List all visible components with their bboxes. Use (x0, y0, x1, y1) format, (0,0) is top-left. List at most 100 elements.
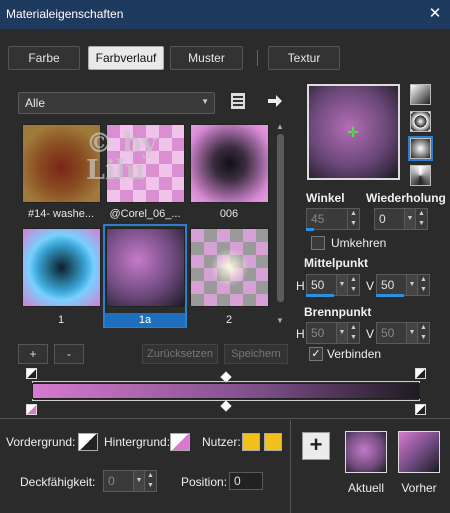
save-button[interactable]: Speichern (224, 344, 288, 364)
color-midpoint[interactable] (220, 400, 232, 412)
gradient-thumb-006[interactable] (190, 124, 269, 203)
thumb-label: @Corel_06_... (109, 208, 181, 220)
user-label: Nutzer: (202, 435, 241, 449)
user-swatch-2[interactable] (264, 433, 282, 451)
spin-up-down-icon[interactable]: ▲ ▼ (417, 323, 429, 343)
current-label: Aktuell (347, 481, 385, 495)
gradient-thumb-1[interactable] (22, 228, 101, 307)
focal-h-spinner[interactable]: 50 ▼ ▲ ▼ (306, 322, 360, 344)
radial-style-icon[interactable] (408, 136, 433, 161)
category-dropdown[interactable]: Alle ▼ (18, 92, 215, 114)
focal-h-prefix: H (296, 327, 305, 341)
add-to-swatches-button[interactable]: + (302, 432, 330, 460)
foreground-label: Vordergrund: (6, 435, 76, 449)
center-v-bar (376, 294, 404, 297)
gradient-bar[interactable] (32, 383, 420, 399)
focal-v-spinner[interactable]: 50 ▼ ▲ ▼ (376, 322, 430, 344)
dropdown-arrow-icon[interactable]: ▼ (336, 323, 347, 343)
focal-h-value: 50 (311, 326, 325, 340)
repeat-label: Wiederholung (366, 191, 446, 205)
angle-spinner[interactable]: 45 ▲ ▼ (306, 208, 360, 230)
scroll-down-icon[interactable]: ▼ (276, 316, 284, 325)
bottom-divider (0, 418, 450, 419)
background-label: Hintergrund: (104, 435, 171, 449)
user-swatch-1[interactable] (242, 433, 260, 451)
scroll-up-icon[interactable]: ▲ (276, 122, 284, 131)
dropdown-arrow-icon[interactable]: ▼ (406, 275, 417, 295)
spin-up-down-icon[interactable]: ▲ ▼ (347, 209, 359, 229)
rectangular-style-icon[interactable] (410, 111, 431, 132)
center-v-prefix: V (366, 279, 375, 293)
window-title: Materialeigenschaften (6, 7, 124, 21)
tab-muster[interactable]: Muster (170, 46, 243, 70)
thumb-label: 1a (138, 314, 152, 326)
focal-v-prefix: V (366, 327, 375, 341)
center-v-value: 50 (381, 278, 395, 292)
center-v-spinner[interactable]: 50 ▼ ▲ ▼ (376, 274, 430, 296)
dropdown-arrow-icon[interactable]: ▼ (133, 471, 144, 491)
opacity-stop-right[interactable] (415, 368, 426, 379)
tab-farbverlauf[interactable]: Farbverlauf (88, 46, 164, 70)
position-field[interactable]: 0 (229, 472, 263, 490)
close-icon[interactable]: ✕ (424, 3, 446, 25)
watermark: © by Lilu (86, 128, 157, 186)
opacity-label: Deckfähigkeit: (20, 475, 96, 489)
thumb-label: 006 (219, 208, 239, 220)
thumb-label: 2 (225, 314, 233, 326)
link-label: Verbinden (327, 347, 382, 361)
link-checkbox[interactable]: ✓ (309, 347, 323, 361)
opacity-stop-left[interactable] (26, 368, 37, 379)
bottom-vertical-divider (290, 420, 291, 513)
previous-label: Vorher (401, 481, 437, 495)
position-value: 0 (234, 474, 241, 488)
dropdown-arrow-icon[interactable]: ▼ (336, 275, 347, 295)
gradient-thumb-2[interactable] (190, 228, 269, 307)
center-label: Mittelpunkt (304, 256, 368, 270)
tab-farbe[interactable]: Farbe (8, 46, 80, 70)
color-stop-right[interactable] (415, 404, 426, 415)
color-stop-left[interactable] (26, 404, 37, 415)
dropdown-arrow-icon: ▼ (201, 97, 209, 106)
position-label: Position: (181, 475, 228, 489)
tab-textur[interactable]: Textur (268, 46, 340, 70)
linear-style-icon[interactable] (410, 84, 431, 105)
gradient-preview[interactable]: ✛ (307, 84, 400, 180)
book-icon[interactable] (230, 92, 246, 110)
spin-up-down-icon[interactable]: ▲ ▼ (347, 275, 359, 295)
focal-label: Brennpunkt (304, 305, 372, 319)
center-crosshair-icon[interactable]: ✛ (347, 124, 359, 141)
center-h-bar (306, 294, 334, 297)
sunburst-style-icon[interactable] (410, 165, 431, 186)
center-h-spinner[interactable]: 50 ▼ ▲ ▼ (306, 274, 360, 296)
center-h-value: 50 (311, 278, 325, 292)
arrow-right-icon[interactable] (266, 92, 284, 110)
remove-stop-button[interactable]: - (54, 344, 84, 364)
angle-bar (306, 228, 314, 231)
dropdown-arrow-icon[interactable]: ▼ (404, 209, 415, 229)
center-h-prefix: H (296, 279, 305, 293)
spin-up-down-icon[interactable]: ▲ ▼ (415, 209, 427, 229)
opacity-spinner[interactable]: 0 ▼ ▲ ▼ (103, 470, 157, 492)
previous-swatch[interactable] (398, 431, 440, 473)
angle-label: Winkel (306, 191, 345, 205)
spin-up-down-icon[interactable]: ▲ ▼ (417, 275, 429, 295)
dropdown-arrow-icon[interactable]: ▼ (406, 323, 417, 343)
thumb-label: 1 (57, 314, 65, 326)
spin-up-down-icon[interactable]: ▲ ▼ (347, 323, 359, 343)
tab-divider (257, 50, 258, 66)
invert-label: Umkehren (331, 236, 387, 250)
thumb-label: #14- washe... (27, 208, 95, 220)
invert-checkbox[interactable] (311, 236, 325, 250)
scrollbar-thumb[interactable] (277, 134, 284, 302)
category-value: Alle (25, 96, 46, 110)
reset-button[interactable]: Zurücksetzen (142, 344, 218, 364)
angle-value: 45 (311, 212, 325, 226)
repeat-value: 0 (379, 212, 386, 226)
add-stop-button[interactable]: + (18, 344, 48, 364)
spin-up-down-icon[interactable]: ▲ ▼ (144, 471, 156, 491)
repeat-spinner[interactable]: 0 ▼ ▲ ▼ (374, 208, 428, 230)
current-swatch[interactable] (345, 431, 387, 473)
foreground-swatch[interactable] (78, 433, 98, 451)
background-swatch[interactable] (170, 433, 190, 451)
focal-v-value: 50 (381, 326, 395, 340)
